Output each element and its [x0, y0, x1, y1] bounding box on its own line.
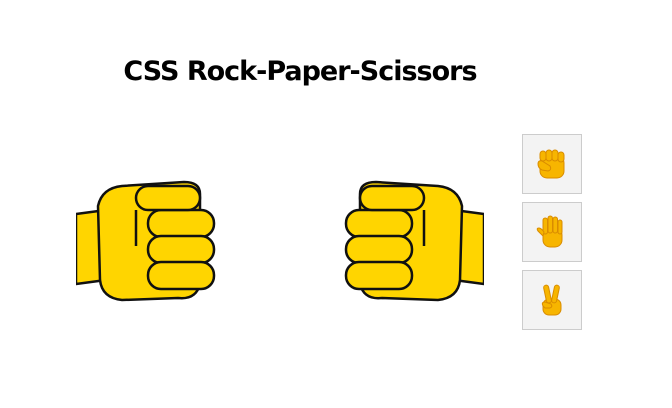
left-finger-1: [146, 208, 216, 239]
page-title: CSS Rock-Paper-Scissors: [123, 56, 477, 87]
right-finger-3: [344, 260, 414, 291]
raised-fist-icon: [537, 149, 565, 179]
victory-hand-icon: [541, 284, 562, 316]
left-finger-3: [146, 260, 216, 291]
raised-hand-icon: [536, 215, 563, 248]
left-thumb: [134, 184, 202, 212]
scissors-button[interactable]: [522, 270, 582, 330]
left-player-fist-icon: [76, 180, 216, 302]
paper-button[interactable]: [522, 202, 582, 262]
rock-button[interactable]: [522, 134, 582, 194]
game-stage: CSS Rock-Paper-Scissors: [0, 0, 672, 408]
right-finger-2: [344, 234, 414, 265]
right-player-fist-icon: [344, 180, 484, 302]
right-finger-1: [344, 208, 414, 239]
choice-panel: [522, 134, 582, 338]
left-finger-2: [146, 234, 216, 265]
right-thumb: [358, 184, 426, 212]
